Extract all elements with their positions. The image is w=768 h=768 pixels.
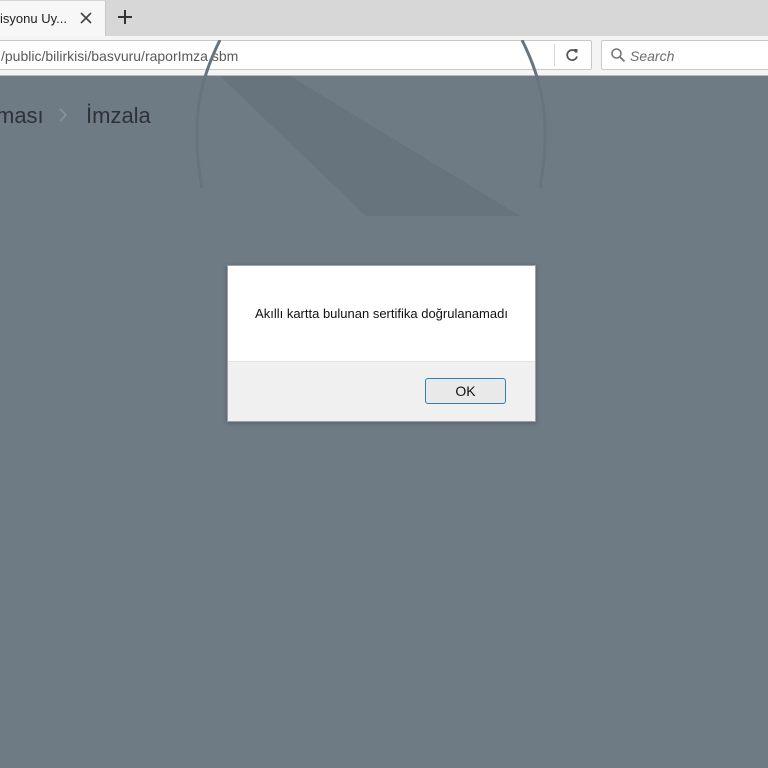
browser-tab[interactable]: isyonu Uy... bbox=[0, 1, 106, 36]
reload-icon[interactable] bbox=[564, 47, 580, 63]
dialog-message: Akıllı kartta bulunan sertifika doğrulan… bbox=[255, 306, 508, 321]
breadcrumb-current: İmzala bbox=[86, 103, 151, 128]
dialog-footer: OK bbox=[228, 361, 535, 421]
watermark-emblem bbox=[195, 40, 547, 216]
search-placeholder[interactable]: Search bbox=[630, 48, 674, 64]
tab-title: isyonu Uy... bbox=[0, 11, 67, 26]
search-icon bbox=[611, 48, 626, 63]
address-bar-divider bbox=[554, 44, 555, 66]
dialog-body: Akıllı kartta bulunan sertifika doğrulan… bbox=[228, 266, 535, 361]
ok-button[interactable]: OK bbox=[425, 378, 506, 404]
chevron-right-icon bbox=[59, 108, 68, 122]
search-bar[interactable]: Search bbox=[601, 40, 768, 70]
browser-window: isyonu Uy... /public/bilirkisi/basvuru/r… bbox=[0, 0, 768, 768]
alert-dialog: Akıllı kartta bulunan sertifika doğrulan… bbox=[227, 265, 536, 422]
plus-icon[interactable] bbox=[115, 7, 135, 27]
tab-strip: isyonu Uy... bbox=[0, 0, 768, 36]
close-icon[interactable] bbox=[77, 9, 95, 27]
breadcrumb-previous[interactable]: ması bbox=[0, 103, 44, 129]
